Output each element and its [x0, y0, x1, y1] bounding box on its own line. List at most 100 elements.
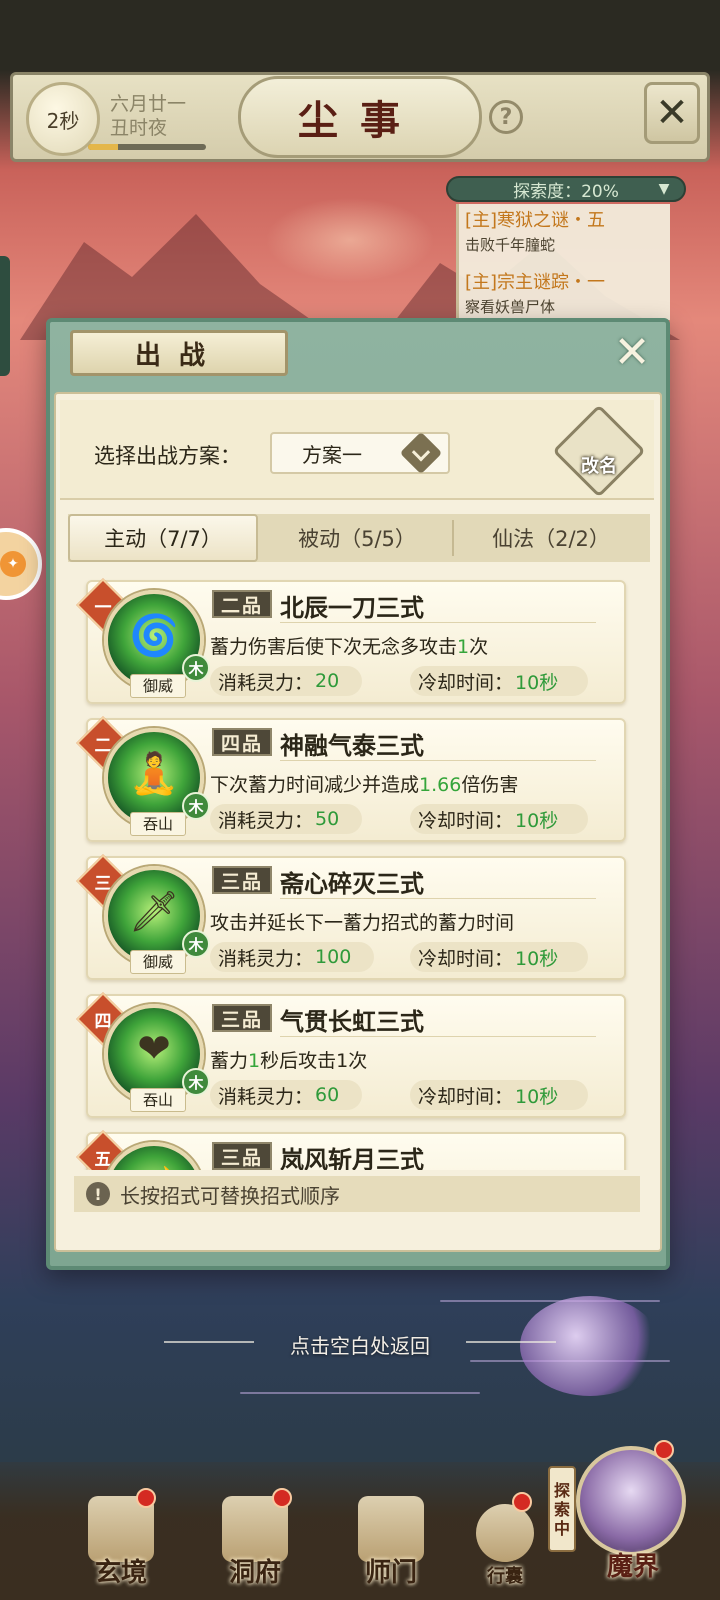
- cost-label: 消耗灵力：: [218, 671, 314, 694]
- skill-name: 斋心碎灭三式: [280, 870, 424, 898]
- cost-value: 60: [315, 1084, 340, 1106]
- nav-item-cave-abode[interactable]: 洞府: [200, 1486, 310, 1596]
- plan-label: 选择出战方案：: [94, 444, 241, 468]
- grade-tag: 三品: [212, 1142, 272, 1170]
- cooldown-stat: 冷却时间： 10秒: [410, 1080, 588, 1110]
- cooldown-stat: 冷却时间： 10秒: [410, 666, 588, 696]
- cooldown-value: 10秒: [515, 809, 559, 832]
- cost-value: 20: [315, 670, 340, 692]
- desc-number: 1: [457, 636, 470, 658]
- game-date: 六月廿一 丑时夜: [110, 92, 186, 140]
- skill-name: 北辰一刀三式: [280, 594, 424, 622]
- cost-stat: 消耗灵力： 20: [210, 666, 362, 696]
- quest-desc: 察看妖兽尸体: [465, 298, 556, 316]
- tab-divider: [452, 520, 454, 556]
- chevron-down-icon[interactable]: ▼: [652, 178, 676, 200]
- chevron-down-icon: [399, 431, 443, 475]
- date-day: 六月廿一: [110, 93, 187, 115]
- date-hour: 丑时夜: [110, 117, 168, 139]
- rename-label[interactable]: 改名: [566, 452, 632, 478]
- mist-line: [440, 1300, 660, 1302]
- time-progress-fill: [88, 144, 118, 150]
- desc-number: 1.66: [419, 774, 462, 796]
- time-progress-bar: [88, 144, 206, 150]
- nav-label: 玄境: [94, 1558, 147, 1588]
- cost-value: 100: [315, 946, 352, 968]
- side-handle[interactable]: [0, 256, 10, 376]
- tab-active-skills[interactable]: 主动（7/7）: [68, 514, 258, 562]
- desc-text: 秒后攻击1次: [260, 1050, 368, 1072]
- element-tag: 木: [182, 792, 210, 820]
- desc-text: 次: [469, 636, 489, 658]
- quest-title: [主]宗主谜踪・一: [465, 272, 606, 293]
- divider: [280, 760, 596, 761]
- notification-dot: [512, 1492, 532, 1512]
- notification-dot: [136, 1488, 156, 1508]
- school-tag: 御威: [130, 674, 186, 698]
- cooldown-label: 冷却时间：: [418, 809, 514, 832]
- demon-realm-button[interactable]: [576, 1446, 686, 1556]
- nav-label: 师门: [364, 1558, 417, 1588]
- element-tag: 木: [182, 1068, 210, 1096]
- cooldown-label: 冷却时间：: [418, 947, 514, 970]
- notification-dot: [654, 1440, 674, 1460]
- tab-immortal-arts[interactable]: 仙法（2/2）: [456, 514, 646, 562]
- desc-number: 1: [248, 1050, 261, 1072]
- cooldown-value: 10秒: [515, 1085, 559, 1108]
- tip-bar: ! 长按招式可替换招式顺序: [74, 1176, 640, 1212]
- school-tag: 吞山: [130, 812, 186, 836]
- skill-desc: 蓄力伤害后使下次无念多攻击1次: [210, 632, 610, 659]
- cooldown-stat: 冷却时间： 10秒: [410, 942, 588, 972]
- close-icon[interactable]: ✕: [644, 82, 700, 144]
- desc-text: 攻击并延长下一蓄力招式的蓄力时间: [210, 912, 515, 934]
- skill-name: 神融气泰三式: [280, 732, 424, 760]
- grade-tag: 二品: [212, 590, 272, 618]
- explore-status: 探索中: [548, 1466, 576, 1552]
- cost-stat: 消耗灵力： 100: [210, 942, 374, 972]
- skill-desc: 蓄力1秒后攻击1次: [210, 1046, 610, 1073]
- nav-item-bag[interactable]: 行囊: [450, 1486, 560, 1596]
- demon-realm-label[interactable]: 魔界: [578, 1546, 688, 1583]
- cooldown-stat: 冷却时间： 10秒: [410, 804, 588, 834]
- return-hint[interactable]: 点击空白处返回: [0, 1330, 720, 1359]
- school-tag: 吞山: [130, 1088, 186, 1112]
- nav-item-mystic-realm[interactable]: 玄境: [66, 1486, 176, 1596]
- cost-label: 消耗灵力：: [218, 809, 314, 832]
- quest-desc: 击败千年朣蛇: [465, 236, 556, 254]
- desc-text: 下次蓄力时间减少并造成: [210, 774, 420, 796]
- nav-item-sect[interactable]: 师门: [336, 1486, 446, 1596]
- quest-item[interactable]: [主]寒狱之谜・五 击败千年朣蛇: [465, 206, 670, 255]
- tab-passive-skills[interactable]: 被动（5/5）: [262, 514, 452, 562]
- school-tag: 御威: [130, 950, 186, 974]
- desc-text: 倍伤害: [461, 774, 519, 796]
- cost-label: 消耗灵力：: [218, 1085, 314, 1108]
- skill-name: 岚风斩月三式: [280, 1146, 424, 1170]
- skill-desc: 下次蓄力时间减少并造成1.66倍伤害: [210, 770, 610, 797]
- skill-list[interactable]: 一 🌀 御威 木 二品 北辰一刀三式 蓄力伤害后使下次无念多攻击1次 消耗灵力：…: [72, 570, 644, 1170]
- cost-value: 50: [315, 808, 340, 830]
- close-icon[interactable]: ✕: [608, 327, 656, 378]
- bag-icon: [476, 1504, 534, 1562]
- notification-dot: [272, 1488, 292, 1508]
- cooldown-label: 冷却时间：: [418, 1085, 514, 1108]
- exclamation-icon: !: [86, 1182, 110, 1206]
- element-tag: 木: [182, 654, 210, 682]
- grade-tag: 三品: [212, 1004, 272, 1032]
- cooldown-value: 10秒: [515, 947, 559, 970]
- desc-text: 蓄力伤害后使下次无念多攻击: [210, 636, 458, 658]
- nav-label: 行囊: [487, 1566, 523, 1587]
- skill-desc: 攻击并延长下一蓄力招式的蓄力时间: [210, 908, 610, 935]
- plan-dropdown[interactable]: 方案一: [270, 431, 450, 475]
- page-title: 尘事: [238, 76, 482, 158]
- mist-line: [240, 1392, 480, 1394]
- tip-text: 长按招式可替换招式顺序: [120, 1183, 340, 1208]
- nav-label: 洞府: [228, 1558, 281, 1588]
- gamepad-icon: ✦: [0, 551, 26, 577]
- cooldown-value: 10秒: [515, 671, 559, 694]
- quest-item[interactable]: [主]宗主谜踪・一 察看妖兽尸体: [465, 268, 670, 317]
- help-button[interactable]: ?: [489, 100, 523, 134]
- plan-value: 方案一: [302, 442, 362, 467]
- cost-stat: 消耗灵力： 60: [210, 1080, 362, 1110]
- exploration-progress[interactable]: 探索度：20%: [446, 176, 686, 202]
- skill-name: 气贯长虹三式: [280, 1008, 424, 1036]
